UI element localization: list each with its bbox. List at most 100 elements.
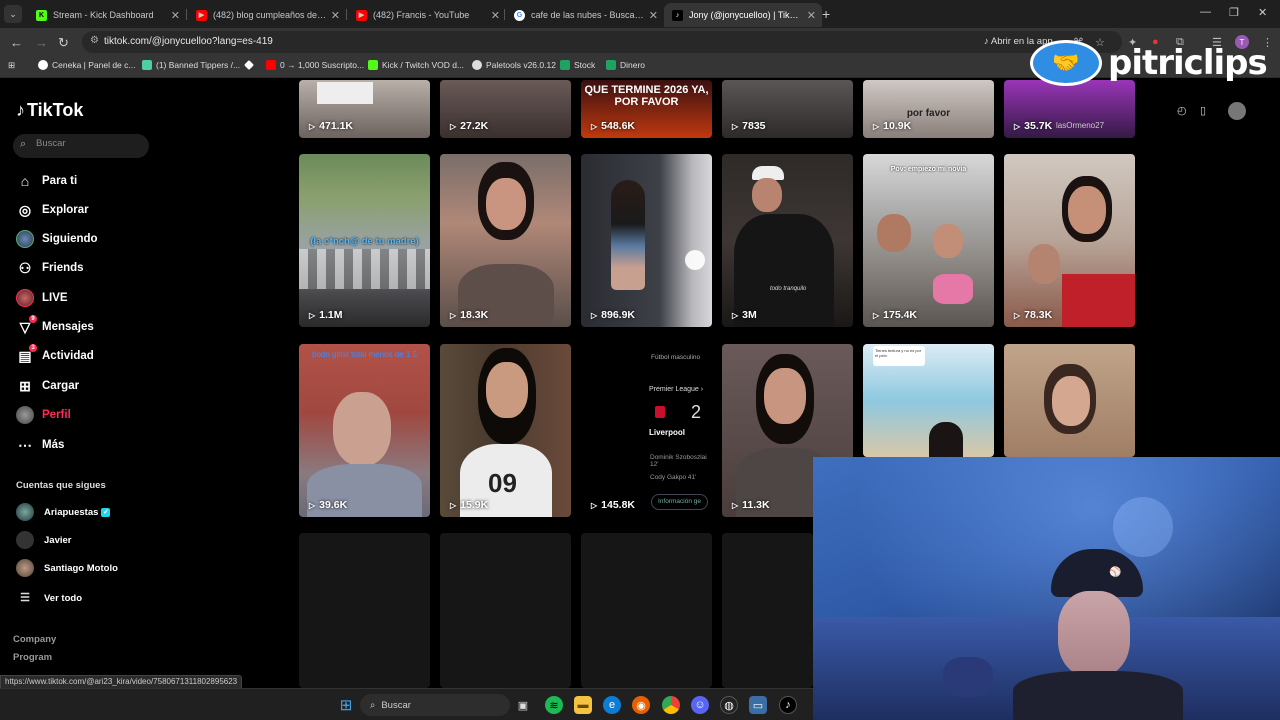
video-thumbnail[interactable]: ▷ 7835	[722, 80, 853, 138]
scorer-line: Cody Gakpo 41'	[650, 474, 697, 481]
tab-tiktok-active[interactable]: ♪ Jony (@jonycuelloo) | TikTok ✕	[664, 3, 822, 27]
nav-friends[interactable]: ⚇ Friends	[16, 258, 84, 278]
tab-youtube-francis[interactable]: ▶ (482) Francis - YouTube ✕	[348, 3, 506, 27]
nav-live[interactable]: LIVE	[16, 288, 68, 308]
close-window-icon[interactable]: ✕	[1258, 6, 1267, 19]
info-chip: Información ge	[651, 494, 708, 510]
tiktok-icon: ♪	[672, 9, 683, 21]
video-placeholder[interactable]	[440, 533, 571, 688]
play-icon: ▷	[309, 310, 316, 320]
forward-icon[interactable]: →	[35, 35, 48, 50]
tiktok-taskbar-icon[interactable]: ♪	[779, 696, 797, 714]
nav-actividad[interactable]: ▤ 3 Actividad	[16, 344, 94, 366]
nav-label: LIVE	[42, 292, 68, 304]
close-tab-icon[interactable]: ✕	[807, 9, 816, 22]
nav-cargar[interactable]: ⊞ Cargar	[16, 376, 79, 396]
bookmark-paletools[interactable]: Paletools v26.0.12	[472, 60, 556, 70]
close-tab-icon[interactable]: ✕	[171, 9, 180, 22]
video-thumbnail[interactable]: ▷ 27.2K	[440, 80, 571, 138]
chrome-icon[interactable]	[662, 696, 680, 714]
video-thumbnail[interactable]	[1004, 344, 1135, 457]
bookmark-subscriptions[interactable]: 0 → 1,000 Suscripto...	[266, 60, 364, 70]
user-avatar[interactable]	[1228, 102, 1246, 120]
url-bar[interactable]: ⚙ tiktok.com/@jonycuelloo?lang=es-419	[82, 31, 1122, 53]
video-thumbnail[interactable]: Tienes textura y no es por el pelo	[863, 344, 994, 457]
thumb-caption: Pov: empiezo mi novia	[890, 166, 967, 173]
nav-mensajes[interactable]: ▽ 9 Mensajes	[16, 315, 94, 337]
search-box[interactable]: ⌕	[13, 134, 149, 158]
footer-link-program[interactable]: Program	[13, 652, 52, 663]
nav-siguiendo[interactable]: Siguiendo	[16, 229, 98, 249]
minimize-icon[interactable]: —	[1200, 6, 1211, 18]
thumb-caption: lasOrmeno27	[1056, 121, 1105, 130]
task-view-icon[interactable]: ▣	[514, 696, 532, 714]
nav-explorar[interactable]: ◎ Explorar	[16, 200, 89, 220]
compass-icon: ◎	[18, 201, 32, 218]
video-thumbnail[interactable]: lasOrmeno27 ▷ 35.7K	[1004, 80, 1135, 138]
firefox-icon[interactable]: ◉	[632, 696, 650, 714]
bookmark-ceneka[interactable]: Ceneka | Panel de c...	[38, 60, 135, 70]
bookmark-kick-vod[interactable]: Kick / Twitch VOD d...	[368, 60, 464, 70]
spotify-icon[interactable]: ≋	[545, 696, 563, 714]
compass-icon[interactable]: ◴	[1177, 104, 1187, 117]
video-placeholder[interactable]	[299, 533, 430, 688]
app-window-icon[interactable]: ▭	[749, 696, 767, 714]
maximize-icon[interactable]: ❐	[1229, 6, 1239, 19]
tab-blog-cumpleanos[interactable]: ▶ (482) blog cumpleaños de Ciro ✕	[188, 3, 346, 27]
video-thumbnail[interactable]: por favor ▷ 10.9K	[863, 80, 994, 138]
video-thumbnail[interactable]: ▷ 78.3K	[1004, 154, 1135, 327]
following-account[interactable]: Javier	[16, 530, 71, 550]
tab-google-search[interactable]: G cafe de las nubes - Buscar con ✕	[506, 3, 664, 27]
file-explorer-icon[interactable]: ▬	[574, 696, 592, 714]
nav-perfil[interactable]: Perfil	[16, 405, 71, 425]
close-tab-icon[interactable]: ✕	[491, 9, 500, 22]
new-tab-button[interactable]: +	[822, 6, 830, 22]
bookmark-diamond[interactable]	[244, 60, 258, 70]
nav-mas[interactable]: ⋯ Más	[16, 435, 64, 455]
tab-list-button[interactable]: ⌄	[4, 5, 22, 23]
discord-icon[interactable]: ☺	[691, 696, 709, 714]
video-thumbnail[interactable]: ▷ 18.3K	[440, 154, 571, 327]
reload-icon[interactable]: ↻	[58, 35, 69, 51]
hair-shape	[929, 422, 963, 457]
see-all-following[interactable]: ☰ Ver todo	[16, 588, 82, 608]
video-thumbnail[interactable]: todo tranquilo ▷ 3M	[722, 154, 853, 327]
bookmark-stock[interactable]: Stock	[560, 60, 595, 70]
bookmark-banned-tippers[interactable]: (1) Banned Tippers /...	[142, 60, 240, 70]
video-thumbnail[interactable]: Fútbol masculino Premier League › 2 Live…	[581, 344, 712, 517]
activity-badge: 3	[29, 344, 37, 352]
following-account[interactable]: Santiago Motolo	[16, 558, 118, 578]
obs-icon[interactable]: ◍	[720, 696, 738, 714]
video-thumbnail[interactable]: 09 ▷ 15.9K	[440, 344, 571, 517]
apps-icon[interactable]: ⊞	[8, 60, 15, 71]
video-thumbnail[interactable]: ▷ 896.9K	[581, 154, 712, 327]
site-info-icon[interactable]: ⚙	[90, 35, 99, 46]
face-shape	[1068, 186, 1106, 234]
taskbar-search[interactable]: ⌕ Buscar	[360, 694, 510, 716]
account-name: Santiago Motolo	[44, 562, 118, 574]
video-placeholder[interactable]	[581, 533, 712, 688]
footer-link-company[interactable]: Company	[13, 634, 56, 645]
video-thumbnail[interactable]: (la c*nch@ de tu madre) ▷ 1.1M	[299, 154, 430, 327]
search-input[interactable]	[36, 138, 141, 149]
device-icon[interactable]: ▯	[1200, 104, 1206, 117]
windows-start-icon[interactable]: ⊞	[337, 696, 355, 714]
video-thumbnail[interactable]: bodo glmit total menos de 1.5 ▷ 39.6K	[299, 344, 430, 517]
play-icon: ▷	[309, 121, 316, 131]
shirt-shape	[1013, 671, 1183, 720]
account-avatar	[16, 503, 34, 521]
video-placeholder[interactable]	[722, 533, 813, 688]
video-thumbnail[interactable]: Pov: empiezo mi novia ▷ 175.4K	[863, 154, 994, 327]
tiktok-logo[interactable]: ♪ TikTok	[16, 100, 83, 121]
bookmark-dinero[interactable]: Dinero	[606, 60, 645, 70]
edge-icon[interactable]: e	[603, 696, 621, 714]
video-thumbnail[interactable]: ▷ 471.1K	[299, 80, 430, 138]
tab-kick-dashboard[interactable]: K Stream - Kick Dashboard ✕	[28, 3, 186, 27]
search-icon: ⌕	[370, 699, 376, 711]
close-tab-icon[interactable]: ✕	[649, 9, 658, 22]
video-thumbnail[interactable]: QUE TERMINE 2026 YA, POR FAVOR ▷ 548.6K	[581, 80, 712, 138]
nav-para-ti[interactable]: ⌂ Para ti	[16, 171, 77, 191]
back-icon[interactable]: ←	[10, 35, 23, 50]
following-account[interactable]: Ariapuestas ✓	[16, 502, 111, 522]
close-tab-icon[interactable]: ✕	[331, 9, 340, 22]
